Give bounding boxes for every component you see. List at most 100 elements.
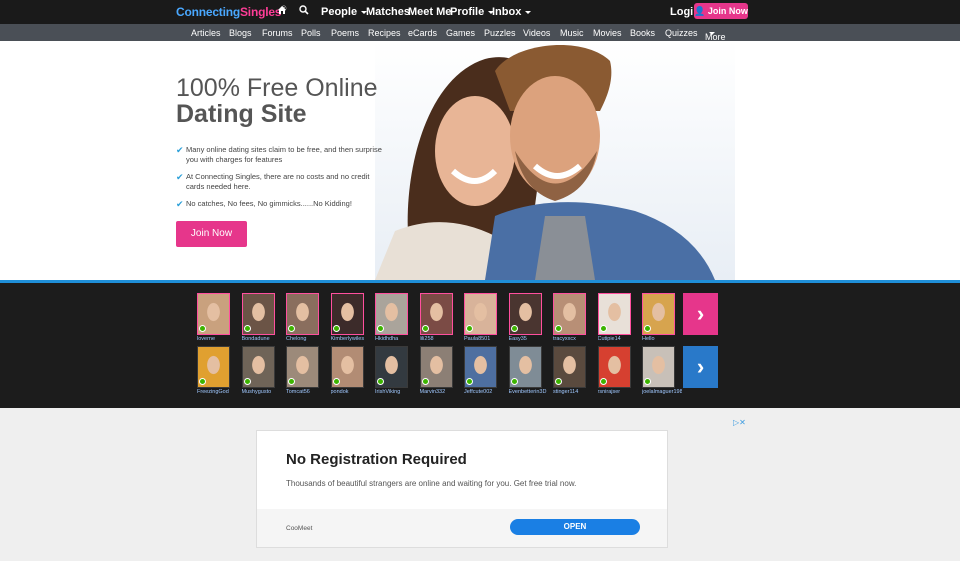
member-thumbnail[interactable] [419, 346, 453, 388]
subnav-games[interactable]: Games [446, 28, 475, 38]
member-username[interactable]: FreezingGod [197, 389, 237, 395]
subnav-music[interactable]: Music [560, 28, 584, 38]
subnav-recipes[interactable]: Recipes [368, 28, 401, 38]
member-thumbnail[interactable] [464, 293, 497, 335]
subnav-articles[interactable]: Articles [191, 28, 221, 38]
search-icon[interactable] [299, 5, 309, 18]
member-thumbnail[interactable] [508, 293, 542, 335]
member-username[interactable]: Jeffcute002 [464, 389, 504, 395]
top-navbar: ConnectingSingles® People Matches Meet M… [0, 0, 960, 24]
hero-couple-photo [375, 41, 735, 280]
member-thumbnail[interactable] [553, 346, 586, 388]
member-thumbnail[interactable] [375, 346, 408, 388]
member-username[interactable]: Hello [642, 336, 682, 342]
member-username[interactable]: loverne [197, 336, 237, 342]
member-thumbnail[interactable] [597, 293, 631, 335]
online-status-icon [555, 325, 562, 332]
nav-people[interactable]: People [321, 6, 368, 18]
home-icon[interactable] [277, 5, 287, 18]
member-username[interactable]: Kimberlywiles [331, 336, 371, 342]
member-username[interactable]: Chelong [286, 336, 326, 342]
member-username[interactable]: Marvin332 [420, 389, 460, 395]
join-now-button-top[interactable]: 👤 Join Now [694, 3, 748, 19]
member-username[interactable]: joelalmaguer1984 [642, 389, 682, 395]
nav-matches[interactable]: Matches [366, 6, 410, 18]
member-username[interactable]: Bondadune [242, 336, 282, 342]
member-thumbnail[interactable] [286, 346, 319, 388]
feature-item: ✔ At Connecting Singles, there are no cos… [176, 172, 388, 192]
feature-item: ✔ No catches, No fees, No gimmicks......N… [176, 199, 388, 209]
member-thumbnail[interactable] [286, 293, 319, 335]
site-logo[interactable]: ConnectingSingles® [176, 5, 286, 19]
member-thumbnail[interactable] [419, 293, 453, 335]
online-status-icon [332, 325, 340, 332]
online-status-icon [599, 378, 607, 385]
online-status-icon [510, 325, 518, 332]
subnav-books[interactable]: Books [630, 28, 655, 38]
member-thumbnail[interactable] [508, 346, 542, 388]
member-username[interactable]: Tomcat56 [286, 389, 326, 395]
member-thumbnail[interactable] [553, 293, 586, 335]
online-status-icon [421, 378, 429, 385]
member-username[interactable]: Easy35 [509, 336, 549, 342]
ad-title: No Registration Required [286, 451, 467, 468]
subnav-forums[interactable]: Forums [262, 28, 293, 38]
ad-open-button[interactable]: OPEN [510, 519, 640, 535]
subnav-more[interactable]: More [705, 28, 726, 42]
join-now-button[interactable]: Join Now [176, 221, 247, 247]
member-thumbnail[interactable] [197, 293, 230, 335]
subnav-videos[interactable]: Videos [523, 28, 550, 38]
member-thumbnail[interactable] [330, 293, 364, 335]
online-status-icon [421, 325, 429, 332]
next-arrow-icon[interactable]: › [683, 293, 718, 335]
member-username[interactable]: Cutipie14 [598, 336, 638, 342]
online-status-icon [644, 378, 651, 385]
member-username[interactable]: lili258 [420, 336, 460, 342]
subnav-movies[interactable]: Movies [593, 28, 622, 38]
nav-inbox[interactable]: Inbox [492, 6, 532, 18]
online-status-icon [644, 325, 651, 332]
member-username[interactable]: stinger114 [553, 389, 593, 395]
subnav-quizzes[interactable]: Quizzes [665, 28, 698, 38]
subnav-blogs[interactable]: Blogs [229, 28, 252, 38]
subnav-polls[interactable]: Polls [301, 28, 321, 38]
member-username[interactable]: Hkidhdha [375, 336, 415, 342]
member-thumbnail[interactable] [241, 293, 275, 335]
online-status-icon [377, 378, 384, 385]
member-thumbnail[interactable] [597, 346, 631, 388]
member-thumbnail[interactable] [197, 346, 230, 388]
member-username[interactable]: IrishViking [375, 389, 415, 395]
online-status-icon [243, 325, 251, 332]
member-thumbnail[interactable] [464, 346, 497, 388]
hero-title-line1: 100% Free Online [176, 74, 378, 102]
secondary-navbar: Articles Blogs Forums Polls Poems Recipe… [0, 24, 960, 42]
member-username[interactable]: Evenbetterin3D [509, 389, 549, 395]
member-username[interactable]: rsnirajser [598, 389, 638, 395]
online-status-icon [377, 325, 384, 332]
ad-advertiser: CooMeet [286, 525, 313, 532]
member-username[interactable]: tracyxxcx [553, 336, 593, 342]
member-thumbnail[interactable] [642, 346, 675, 388]
user-icon: 👤 [694, 6, 706, 16]
nav-meet-me[interactable]: Meet Me [408, 6, 451, 18]
nav-profile[interactable]: Profile [450, 6, 495, 18]
member-thumbnail[interactable] [642, 293, 675, 335]
member-username[interactable]: Mushygusto [242, 389, 282, 395]
online-status-icon [199, 325, 206, 332]
member-thumbnail[interactable] [330, 346, 364, 388]
subnav-puzzles[interactable]: Puzzles [484, 28, 516, 38]
ad-choices-icon[interactable]: ▷✕ [733, 418, 746, 427]
member-thumbnail[interactable] [375, 293, 408, 335]
member-username[interactable]: pondok [331, 389, 371, 395]
member-gallery: › › loverne Bondadune Chelong Kimberlywiles… [0, 283, 960, 408]
subnav-ecards[interactable]: eCards [408, 28, 437, 38]
member-thumbnail[interactable] [241, 346, 275, 388]
checkmark-icon: ✔ [176, 172, 184, 182]
logo-part1: Connecting [176, 5, 240, 19]
subnav-poems[interactable]: Poems [331, 28, 359, 38]
online-status-icon [555, 378, 562, 385]
member-username[interactable]: Paula8501 [464, 336, 504, 342]
next-arrow-icon[interactable]: › [683, 346, 718, 388]
ad-card[interactable]: No Registration Required Thousands of be… [256, 430, 668, 548]
feature-list: ✔ Many online dating sites claim to be fr… [176, 145, 388, 216]
